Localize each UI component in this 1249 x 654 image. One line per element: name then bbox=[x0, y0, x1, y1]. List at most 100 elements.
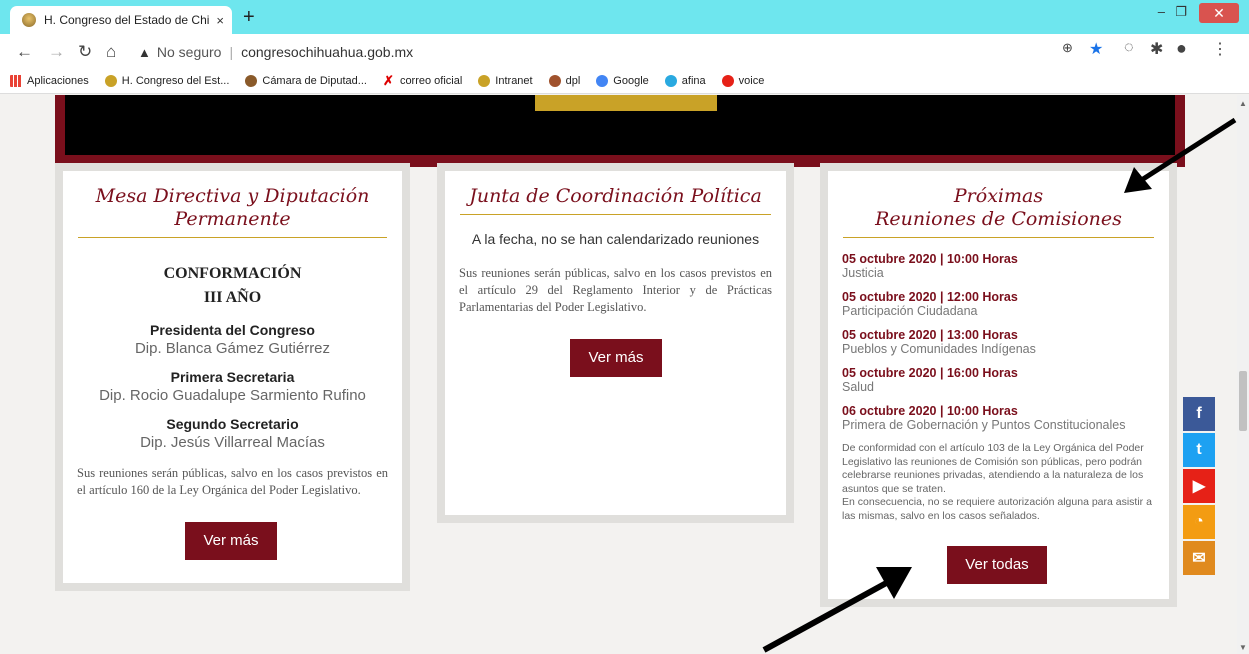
member-role: Primera Secretaria bbox=[170, 369, 295, 385]
member-name: Dip. Jesús Villarreal Macías bbox=[140, 434, 325, 451]
extensions-puzzle-icon[interactable]: ✱ bbox=[1150, 39, 1163, 59]
title-underline bbox=[460, 214, 771, 215]
no-meetings-text: A la fecha, no se han calendarizado reun… bbox=[471, 231, 760, 247]
restore-icon[interactable]: ❐ bbox=[1175, 4, 1187, 20]
meeting-committee: Primera de Gobernación y Puntos Constitu… bbox=[842, 418, 1126, 432]
banner-gold-button[interactable] bbox=[535, 95, 717, 111]
zoom-icon[interactable]: ⊕ bbox=[1062, 40, 1073, 56]
congreso-icon bbox=[478, 74, 491, 87]
conf-line1: CONFORMACIÓN bbox=[163, 265, 302, 282]
member-name: Dip. Rocio Guadalupe Sarmiento Rufino bbox=[99, 387, 366, 404]
omnibox-separator: | bbox=[229, 44, 234, 60]
bookmark-label: Cámara de Diputad... bbox=[262, 74, 367, 87]
home-icon[interactable]: ⌂ bbox=[106, 42, 116, 62]
bookmark-label: Intranet bbox=[495, 74, 533, 87]
mail-icon[interactable]: ✉ bbox=[1183, 541, 1215, 575]
menu-dots-icon[interactable]: ⋮ bbox=[1212, 39, 1228, 59]
comisiones-title-line1: Próximas bbox=[953, 185, 1044, 207]
forward-icon[interactable]: → bbox=[48, 42, 65, 62]
bookmark-item[interactable]: dpl bbox=[548, 74, 581, 87]
meeting-list: 05 octubre 2020 | 10:00 Horas Justicia 0… bbox=[828, 252, 1169, 432]
member-role: Presidenta del Congreso bbox=[150, 322, 315, 338]
meeting-item[interactable]: 05 octubre 2020 | 12:00 Horas Participac… bbox=[828, 290, 1169, 318]
tab-close-icon[interactable]: × bbox=[216, 13, 224, 28]
bookmark-item[interactable]: Intranet bbox=[478, 74, 533, 87]
annotation-arrow-bottom bbox=[762, 567, 912, 653]
bookmark-item[interactable]: voice bbox=[721, 74, 764, 87]
top-banner bbox=[55, 95, 1185, 167]
meeting-date: 05 octubre 2020 | 16:00 Horas bbox=[842, 366, 1018, 380]
bookmark-label: afina bbox=[681, 74, 706, 87]
bookmark-item[interactable]: H. Congreso del Est... bbox=[104, 74, 229, 87]
proximas-reuniones-card: Próximas Reuniones de Comisiones 05 octu… bbox=[820, 163, 1177, 607]
afina-icon bbox=[664, 74, 677, 87]
browser-tabbar: H. Congreso del Estado de Chihu × + – ❐ … bbox=[0, 0, 1249, 34]
title-underline bbox=[78, 237, 387, 238]
title-underline bbox=[843, 237, 1154, 238]
google-icon bbox=[596, 74, 609, 87]
bookmark-label: Aplicaciones bbox=[27, 74, 89, 87]
bookmark-item[interactable]: Cámara de Diputad... bbox=[245, 74, 367, 87]
meeting-date: 05 octubre 2020 | 12:00 Horas bbox=[842, 290, 1018, 304]
member-list: Presidenta del Congreso Dip. Blanca Gáme… bbox=[63, 322, 402, 451]
bookmark-item[interactable]: Aplicaciones bbox=[10, 74, 89, 87]
warning-icon[interactable]: ▲ bbox=[138, 45, 151, 60]
scroll-down-icon[interactable]: ▼ bbox=[1239, 643, 1247, 652]
bookmark-item[interactable]: ✗ correo oficial bbox=[382, 72, 462, 88]
comisiones-legal-1: De conformidad con el artículo 103 de la… bbox=[842, 442, 1144, 495]
scrollbar-thumb[interactable] bbox=[1239, 371, 1247, 431]
dpl-icon bbox=[548, 74, 561, 87]
reload-icon[interactable]: ↻ bbox=[78, 42, 92, 62]
bookmark-item[interactable]: Google bbox=[596, 74, 649, 87]
bookmark-star-icon[interactable]: ★ bbox=[1089, 39, 1103, 59]
comisiones-legal-2: En consecuencia, no se requiere autoriza… bbox=[842, 496, 1152, 522]
junta-ver-mas-button[interactable]: Ver más bbox=[570, 339, 662, 377]
congreso-favicon-icon bbox=[22, 13, 36, 27]
meeting-item[interactable]: 05 octubre 2020 | 13:00 Horas Pueblos y … bbox=[828, 328, 1169, 356]
window-close-button[interactable]: ✕ bbox=[1199, 3, 1239, 23]
profile-icon[interactable]: ● bbox=[1176, 38, 1187, 59]
youtube-icon bbox=[721, 74, 734, 87]
security-label: No seguro bbox=[156, 44, 222, 60]
x-mail-icon: ✗ bbox=[382, 72, 394, 88]
meeting-item[interactable]: 05 octubre 2020 | 10:00 Horas Justicia bbox=[828, 252, 1169, 280]
facebook-icon[interactable]: f bbox=[1183, 397, 1215, 431]
junta-title: Junta de Coordinación Política bbox=[469, 185, 762, 207]
address-bar: ← → ↻ ⌂ ▲ No seguro | congresochihuahua.… bbox=[0, 34, 1249, 68]
meeting-item[interactable]: 05 octubre 2020 | 16:00 Horas Salud bbox=[828, 366, 1169, 394]
back-icon[interactable]: ← bbox=[16, 42, 33, 62]
twitter-icon[interactable]: t bbox=[1183, 433, 1215, 467]
youtube-icon[interactable]: ▶ bbox=[1183, 469, 1215, 503]
mesa-title-line2: Permanente bbox=[174, 208, 291, 230]
mesa-note: Sus reuniones serán públicas, salvo en l… bbox=[77, 466, 388, 497]
meeting-date: 06 octubre 2020 | 10:00 Horas bbox=[842, 404, 1018, 418]
url-text[interactable]: congresochihuahua.gob.mx bbox=[241, 44, 413, 60]
junta-note: Sus reuniones serán públicas, salvo en l… bbox=[459, 266, 772, 314]
mesa-title: Mesa Directiva y Diputación Permanente bbox=[63, 171, 402, 231]
congreso-icon bbox=[104, 74, 117, 87]
minimize-icon[interactable]: – bbox=[1158, 4, 1165, 19]
bookmark-label: Google bbox=[613, 74, 649, 87]
scroll-up-icon[interactable]: ▲ bbox=[1239, 99, 1247, 108]
bookmark-label: dpl bbox=[565, 74, 581, 87]
ver-todas-button[interactable]: Ver todas bbox=[947, 546, 1047, 584]
meeting-committee: Pueblos y Comunidades Indígenas bbox=[842, 342, 1036, 356]
page-scrollbar[interactable]: ▲ ▼ bbox=[1237, 95, 1249, 654]
annotation-arrow-top bbox=[1124, 117, 1237, 193]
rss-icon[interactable]: ◔ bbox=[1183, 505, 1215, 539]
page-viewport: Mesa Directiva y Diputación Permanente C… bbox=[0, 95, 1237, 654]
omnibox[interactable]: ▲ No seguro | congresochihuahua.gob.mx bbox=[138, 40, 1168, 64]
conformacion-heading: CONFORMACIÓN III AÑO bbox=[63, 262, 402, 310]
mesa-ver-mas-button[interactable]: Ver más bbox=[185, 522, 277, 560]
apps-grid-icon bbox=[10, 74, 22, 87]
bookmark-item[interactable]: afina bbox=[664, 74, 706, 87]
camara-icon bbox=[245, 74, 258, 87]
member-name: Dip. Blanca Gámez Gutiérrez bbox=[134, 340, 331, 357]
meeting-item[interactable]: 06 octubre 2020 | 10:00 Horas Primera de… bbox=[828, 404, 1169, 432]
meeting-date: 05 octubre 2020 | 13:00 Horas bbox=[842, 328, 1018, 342]
browser-tab[interactable]: H. Congreso del Estado de Chihu × bbox=[10, 6, 232, 34]
extension-circle-icon[interactable]: ◌ bbox=[1124, 39, 1134, 57]
meeting-committee: Salud bbox=[842, 380, 874, 394]
new-tab-button[interactable]: + bbox=[243, 6, 255, 28]
comisiones-title: Próximas Reuniones de Comisiones bbox=[828, 171, 1169, 231]
